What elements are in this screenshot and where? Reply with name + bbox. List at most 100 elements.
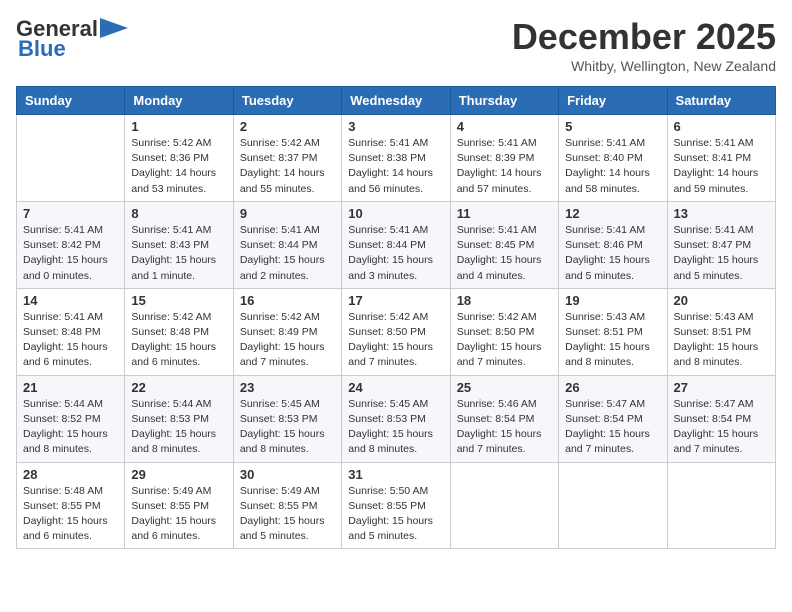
day-number: 5 — [565, 119, 660, 134]
calendar-cell: 25 Sunrise: 5:46 AM Sunset: 8:54 PM Dayli… — [450, 375, 558, 462]
calendar-cell: 8 Sunrise: 5:41 AM Sunset: 8:43 PM Daylig… — [125, 201, 233, 288]
calendar-cell: 6 Sunrise: 5:41 AM Sunset: 8:41 PM Daylig… — [667, 115, 775, 202]
calendar-cell: 5Sunrise: 5:41 AM Sunset: 8:40 PM Daylig… — [559, 115, 667, 202]
day-info: Sunrise: 5:41 AM Sunset: 8:46 PM Dayligh… — [565, 223, 660, 284]
day-info: Sunrise: 5:42 AM Sunset: 8:49 PM Dayligh… — [240, 310, 335, 371]
calendar-cell: 22 Sunrise: 5:44 AM Sunset: 8:53 PM Dayli… — [125, 375, 233, 462]
calendar-cell: 4Sunrise: 5:41 AM Sunset: 8:39 PM Daylig… — [450, 115, 558, 202]
day-number: 15 — [131, 293, 226, 308]
calendar-cell: 30Sunrise: 5:49 AM Sunset: 8:55 PM Dayli… — [233, 462, 341, 549]
day-info: Sunrise: 5:42 AM Sunset: 8:50 PM Dayligh… — [457, 310, 552, 371]
day-number: 8 — [131, 206, 226, 221]
calendar-cell: 19 Sunrise: 5:43 AM Sunset: 8:51 PM Dayli… — [559, 288, 667, 375]
day-info: Sunrise: 5:41 AM Sunset: 8:41 PM Dayligh… — [674, 136, 769, 197]
day-number: 25 — [457, 380, 552, 395]
calendar-cell: 11 Sunrise: 5:41 AM Sunset: 8:45 PM Dayli… — [450, 201, 558, 288]
calendar-week-row: 28 Sunrise: 5:48 AM Sunset: 8:55 PM Dayli… — [17, 462, 776, 549]
calendar-cell: 18 Sunrise: 5:42 AM Sunset: 8:50 PM Dayli… — [450, 288, 558, 375]
day-number: 18 — [457, 293, 552, 308]
day-info: Sunrise: 5:41 AM Sunset: 8:44 PM Dayligh… — [348, 223, 443, 284]
location: Whitby, Wellington, New Zealand — [512, 58, 776, 74]
day-info: Sunrise: 5:42 AM Sunset: 8:36 PM Dayligh… — [131, 136, 226, 197]
day-info: Sunrise: 5:41 AM Sunset: 8:47 PM Dayligh… — [674, 223, 769, 284]
calendar-cell: 27Sunrise: 5:47 AM Sunset: 8:54 PM Dayli… — [667, 375, 775, 462]
calendar-cell: 12 Sunrise: 5:41 AM Sunset: 8:46 PM Dayli… — [559, 201, 667, 288]
calendar-cell: 15 Sunrise: 5:42 AM Sunset: 8:48 PM Dayli… — [125, 288, 233, 375]
day-info: Sunrise: 5:41 AM Sunset: 8:43 PM Dayligh… — [131, 223, 226, 284]
calendar-cell: 23Sunrise: 5:45 AM Sunset: 8:53 PM Dayli… — [233, 375, 341, 462]
day-number: 11 — [457, 206, 552, 221]
day-number: 9 — [240, 206, 335, 221]
day-info: Sunrise: 5:44 AM Sunset: 8:53 PM Dayligh… — [131, 397, 226, 458]
day-info: Sunrise: 5:41 AM Sunset: 8:45 PM Dayligh… — [457, 223, 552, 284]
day-number: 23 — [240, 380, 335, 395]
calendar-cell: 29Sunrise: 5:49 AM Sunset: 8:55 PM Dayli… — [125, 462, 233, 549]
calendar-header-friday: Friday — [559, 87, 667, 115]
day-info: Sunrise: 5:41 AM Sunset: 8:39 PM Dayligh… — [457, 136, 552, 197]
day-info: Sunrise: 5:43 AM Sunset: 8:51 PM Dayligh… — [565, 310, 660, 371]
calendar-header-wednesday: Wednesday — [342, 87, 450, 115]
day-info: Sunrise: 5:41 AM Sunset: 8:42 PM Dayligh… — [23, 223, 118, 284]
day-number: 27 — [674, 380, 769, 395]
day-info: Sunrise: 5:44 AM Sunset: 8:52 PM Dayligh… — [23, 397, 118, 458]
day-number: 1 — [131, 119, 226, 134]
day-number: 3 — [348, 119, 443, 134]
calendar-cell: 10 Sunrise: 5:41 AM Sunset: 8:44 PM Dayli… — [342, 201, 450, 288]
day-info: Sunrise: 5:47 AM Sunset: 8:54 PM Dayligh… — [565, 397, 660, 458]
calendar-week-row: 14Sunrise: 5:41 AM Sunset: 8:48 PM Dayli… — [17, 288, 776, 375]
calendar-week-row: 7 Sunrise: 5:41 AM Sunset: 8:42 PM Daylig… — [17, 201, 776, 288]
day-info: Sunrise: 5:41 AM Sunset: 8:48 PM Dayligh… — [23, 310, 118, 371]
calendar-header-monday: Monday — [125, 87, 233, 115]
day-number: 10 — [348, 206, 443, 221]
calendar-cell: 16 Sunrise: 5:42 AM Sunset: 8:49 PM Dayli… — [233, 288, 341, 375]
calendar-cell — [559, 462, 667, 549]
day-number: 7 — [23, 206, 118, 221]
calendar-cell: 31 Sunrise: 5:50 AM Sunset: 8:55 PM Dayli… — [342, 462, 450, 549]
day-number: 6 — [674, 119, 769, 134]
day-info: Sunrise: 5:41 AM Sunset: 8:38 PM Dayligh… — [348, 136, 443, 197]
day-number: 19 — [565, 293, 660, 308]
day-info: Sunrise: 5:48 AM Sunset: 8:55 PM Dayligh… — [23, 484, 118, 545]
day-number: 26 — [565, 380, 660, 395]
day-number: 21 — [23, 380, 118, 395]
day-info: Sunrise: 5:41 AM Sunset: 8:44 PM Dayligh… — [240, 223, 335, 284]
day-info: Sunrise: 5:42 AM Sunset: 8:48 PM Dayligh… — [131, 310, 226, 371]
day-number: 16 — [240, 293, 335, 308]
calendar-cell: 21 Sunrise: 5:44 AM Sunset: 8:52 PM Dayli… — [17, 375, 125, 462]
logo: General Blue — [16, 16, 130, 62]
day-number: 12 — [565, 206, 660, 221]
month-title: December 2025 — [512, 16, 776, 58]
calendar-cell: 3 Sunrise: 5:41 AM Sunset: 8:38 PM Daylig… — [342, 115, 450, 202]
calendar-cell: 13Sunrise: 5:41 AM Sunset: 8:47 PM Dayli… — [667, 201, 775, 288]
calendar-cell — [667, 462, 775, 549]
calendar-cell: 9 Sunrise: 5:41 AM Sunset: 8:44 PM Daylig… — [233, 201, 341, 288]
title-section: December 2025 Whitby, Wellington, New Ze… — [512, 16, 776, 74]
day-info: Sunrise: 5:42 AM Sunset: 8:50 PM Dayligh… — [348, 310, 443, 371]
day-info: Sunrise: 5:49 AM Sunset: 8:55 PM Dayligh… — [131, 484, 226, 545]
calendar-cell: 17 Sunrise: 5:42 AM Sunset: 8:50 PM Dayli… — [342, 288, 450, 375]
day-number: 31 — [348, 467, 443, 482]
day-number: 30 — [240, 467, 335, 482]
calendar-table: SundayMondayTuesdayWednesdayThursdayFrid… — [16, 86, 776, 549]
calendar-week-row: 1 Sunrise: 5:42 AM Sunset: 8:36 PM Daylig… — [17, 115, 776, 202]
calendar-header-saturday: Saturday — [667, 87, 775, 115]
calendar-header-tuesday: Tuesday — [233, 87, 341, 115]
day-number: 22 — [131, 380, 226, 395]
calendar-header-sunday: Sunday — [17, 87, 125, 115]
calendar-header-row: SundayMondayTuesdayWednesdayThursdayFrid… — [17, 87, 776, 115]
page-header: General Blue December 2025 Whitby, Welli… — [16, 16, 776, 74]
day-info: Sunrise: 5:43 AM Sunset: 8:51 PM Dayligh… — [674, 310, 769, 371]
logo-flag-icon — [100, 18, 130, 40]
day-number: 17 — [348, 293, 443, 308]
day-number: 20 — [674, 293, 769, 308]
logo-blue: Blue — [18, 36, 66, 62]
calendar-cell: 26 Sunrise: 5:47 AM Sunset: 8:54 PM Dayli… — [559, 375, 667, 462]
day-info: Sunrise: 5:50 AM Sunset: 8:55 PM Dayligh… — [348, 484, 443, 545]
calendar-cell — [17, 115, 125, 202]
day-number: 28 — [23, 467, 118, 482]
calendar-cell: 28 Sunrise: 5:48 AM Sunset: 8:55 PM Dayli… — [17, 462, 125, 549]
day-info: Sunrise: 5:46 AM Sunset: 8:54 PM Dayligh… — [457, 397, 552, 458]
day-info: Sunrise: 5:42 AM Sunset: 8:37 PM Dayligh… — [240, 136, 335, 197]
day-info: Sunrise: 5:45 AM Sunset: 8:53 PM Dayligh… — [348, 397, 443, 458]
calendar-cell: 24Sunrise: 5:45 AM Sunset: 8:53 PM Dayli… — [342, 375, 450, 462]
